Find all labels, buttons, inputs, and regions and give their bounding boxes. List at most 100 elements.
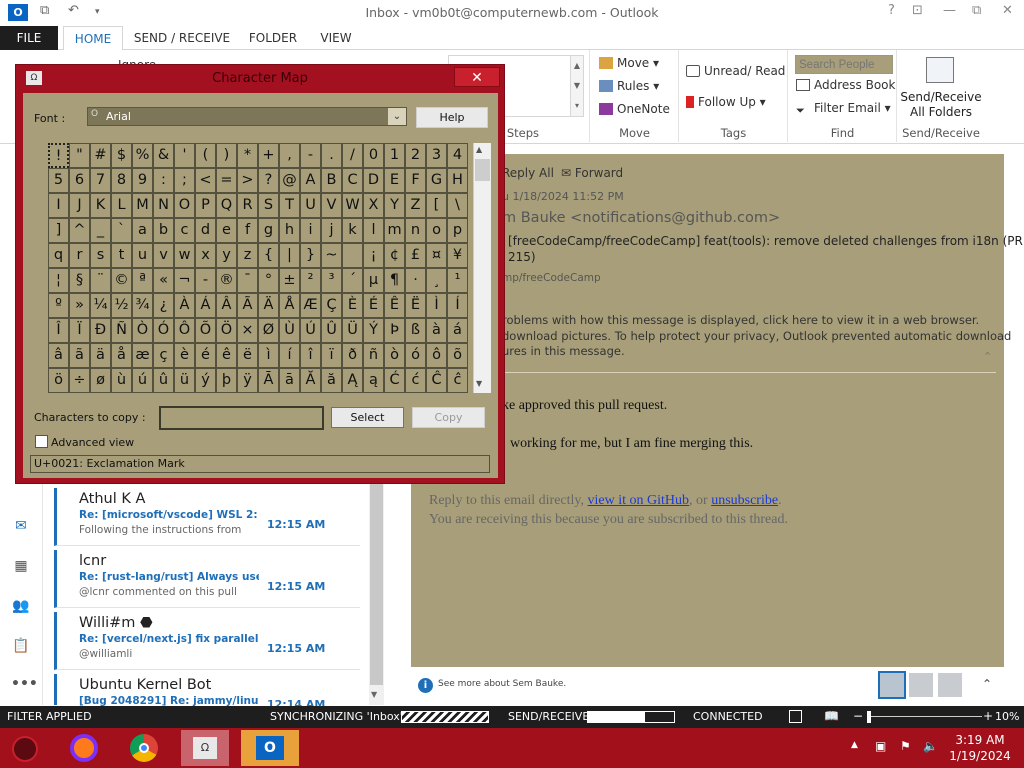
character-cell[interactable]: Î [48, 318, 69, 343]
info-bar-line2[interactable]: download pictures. To help protect your … [502, 329, 1011, 343]
list-item[interactable]: Willi#m ⬣ Re: [vercel/next.js] fix paral… [54, 612, 360, 670]
character-grid-scrollbar[interactable]: ▲ ▼ [473, 143, 491, 393]
view-on-github-link[interactable]: view it on GitHub [588, 493, 690, 508]
character-cell[interactable]: l [363, 218, 384, 243]
character-cell[interactable]: ª [132, 268, 153, 293]
character-cell[interactable]: = [216, 168, 237, 193]
rules-button[interactable]: Rules ▾ [599, 79, 659, 93]
character-cell[interactable]: x [195, 243, 216, 268]
more-icon[interactable]: ••• [11, 676, 38, 692]
chevron-down-icon[interactable]: ⌄ [388, 108, 406, 125]
character-cell[interactable]: â [48, 343, 69, 368]
character-cell[interactable]: Ă [300, 368, 321, 393]
character-cell[interactable]: î [300, 343, 321, 368]
character-cell[interactable]: Ą [342, 368, 363, 393]
character-cell[interactable]: [ [426, 193, 447, 218]
character-cell[interactable]: N [153, 193, 174, 218]
character-cell[interactable]: Ú [300, 318, 321, 343]
character-cell[interactable]: Ý [363, 318, 384, 343]
character-cell[interactable]: B [321, 168, 342, 193]
character-cell[interactable]: I [48, 193, 69, 218]
scroll-down-icon[interactable]: ▼ [371, 690, 377, 699]
character-cell[interactable]: y [216, 243, 237, 268]
character-cell[interactable]: § [69, 268, 90, 293]
character-cell[interactable]: Ã [237, 293, 258, 318]
tab-folder[interactable]: FOLDER [240, 26, 306, 50]
character-cell[interactable]: Ā [258, 368, 279, 393]
character-cell[interactable]: j [321, 218, 342, 243]
character-cell[interactable]: õ [447, 343, 468, 368]
character-cell[interactable]: ¨ [90, 268, 111, 293]
character-cell[interactable]: ¤ [426, 243, 447, 268]
character-cell[interactable]: ^ [69, 218, 90, 243]
zoom-in-icon[interactable]: + [983, 709, 993, 723]
character-cell[interactable]: ý [195, 368, 216, 393]
character-cell[interactable]: G [426, 168, 447, 193]
character-cell[interactable]: - [300, 143, 321, 168]
character-cell[interactable]: ( [195, 143, 216, 168]
character-cell[interactable]: 0 [363, 143, 384, 168]
clock[interactable]: 3:19 AM 1/19/2024 [948, 732, 1012, 764]
character-cell[interactable]: 7 [90, 168, 111, 193]
character-cell[interactable]: " [69, 143, 90, 168]
character-cell[interactable]: Ĉ [426, 368, 447, 393]
character-cell[interactable]: ć [405, 368, 426, 393]
character-cell[interactable]: i [300, 218, 321, 243]
character-cell[interactable]: @ [279, 168, 300, 193]
network-icon[interactable]: ▣ [875, 739, 886, 753]
character-cell[interactable]: Ô [174, 318, 195, 343]
character-cell[interactable]: e [216, 218, 237, 243]
character-cell[interactable]: Ć [384, 368, 405, 393]
tray-chevron-icon[interactable]: ▲ [851, 740, 858, 750]
character-cell[interactable]: . [321, 143, 342, 168]
character-cell[interactable]: Þ [384, 318, 405, 343]
character-cell[interactable]: \ [447, 193, 468, 218]
calendar-icon[interactable]: ▦ [11, 558, 31, 574]
list-item[interactable]: Ubuntu Kernel Bot [Bug 2048291] Re: jamm… [54, 674, 360, 711]
tab-file[interactable]: FILE [0, 26, 58, 50]
character-cell[interactable]: » [69, 293, 90, 318]
character-cell[interactable]: m [384, 218, 405, 243]
character-cell[interactable]: ĉ [447, 368, 468, 393]
character-cell[interactable]: £ [405, 243, 426, 268]
list-item[interactable]: lcnr Re: [rust-lang/rust] Always use R..… [54, 550, 360, 608]
scroll-up-icon[interactable]: ▲ [476, 145, 482, 154]
character-cell[interactable]: D [363, 168, 384, 193]
onenote-button[interactable]: OneNote [599, 102, 670, 116]
character-cell[interactable]: í [279, 343, 300, 368]
avatar[interactable] [909, 673, 933, 697]
normal-view-icon[interactable] [789, 710, 802, 723]
character-cell[interactable]: W [342, 193, 363, 218]
character-cell[interactable]: Û [321, 318, 342, 343]
character-cell[interactable]: Ö [216, 318, 237, 343]
character-cell[interactable]: ¿ [153, 293, 174, 318]
character-cell[interactable]: Ð [90, 318, 111, 343]
character-cell[interactable]: ú [132, 368, 153, 393]
font-select[interactable]: O Arial ⌄ [87, 107, 407, 126]
character-cell[interactable]: ÿ [237, 368, 258, 393]
character-cell[interactable]: ö [48, 368, 69, 393]
character-cell[interactable]: } [300, 243, 321, 268]
character-cell[interactable]: + [258, 143, 279, 168]
character-cell[interactable]: ô [426, 343, 447, 368]
character-cell[interactable]: S [258, 193, 279, 218]
search-people-input[interactable] [795, 55, 893, 74]
flag-tray-icon[interactable]: ⚑ [900, 739, 911, 753]
tasks-icon[interactable]: 📋 [11, 638, 31, 654]
character-cell[interactable]: ê [216, 343, 237, 368]
character-cell[interactable]: µ [363, 268, 384, 293]
character-cell[interactable]: r [69, 243, 90, 268]
character-cell[interactable]: ¸ [426, 268, 447, 293]
character-cell[interactable]: ° [258, 268, 279, 293]
character-cell[interactable]: K [90, 193, 111, 218]
character-cell[interactable] [342, 243, 363, 268]
character-cell[interactable]: s [90, 243, 111, 268]
character-cell[interactable]: Ñ [111, 318, 132, 343]
quick-steps-scroll[interactable]: ▲ ▼ ▾ [570, 55, 584, 117]
character-cell[interactable]: ¬ [174, 268, 195, 293]
character-cell[interactable]: X [363, 193, 384, 218]
character-cell[interactable]: ¶ [384, 268, 405, 293]
character-cell[interactable]: · [405, 268, 426, 293]
avatar[interactable] [938, 673, 962, 697]
character-cell[interactable]: Z [405, 193, 426, 218]
